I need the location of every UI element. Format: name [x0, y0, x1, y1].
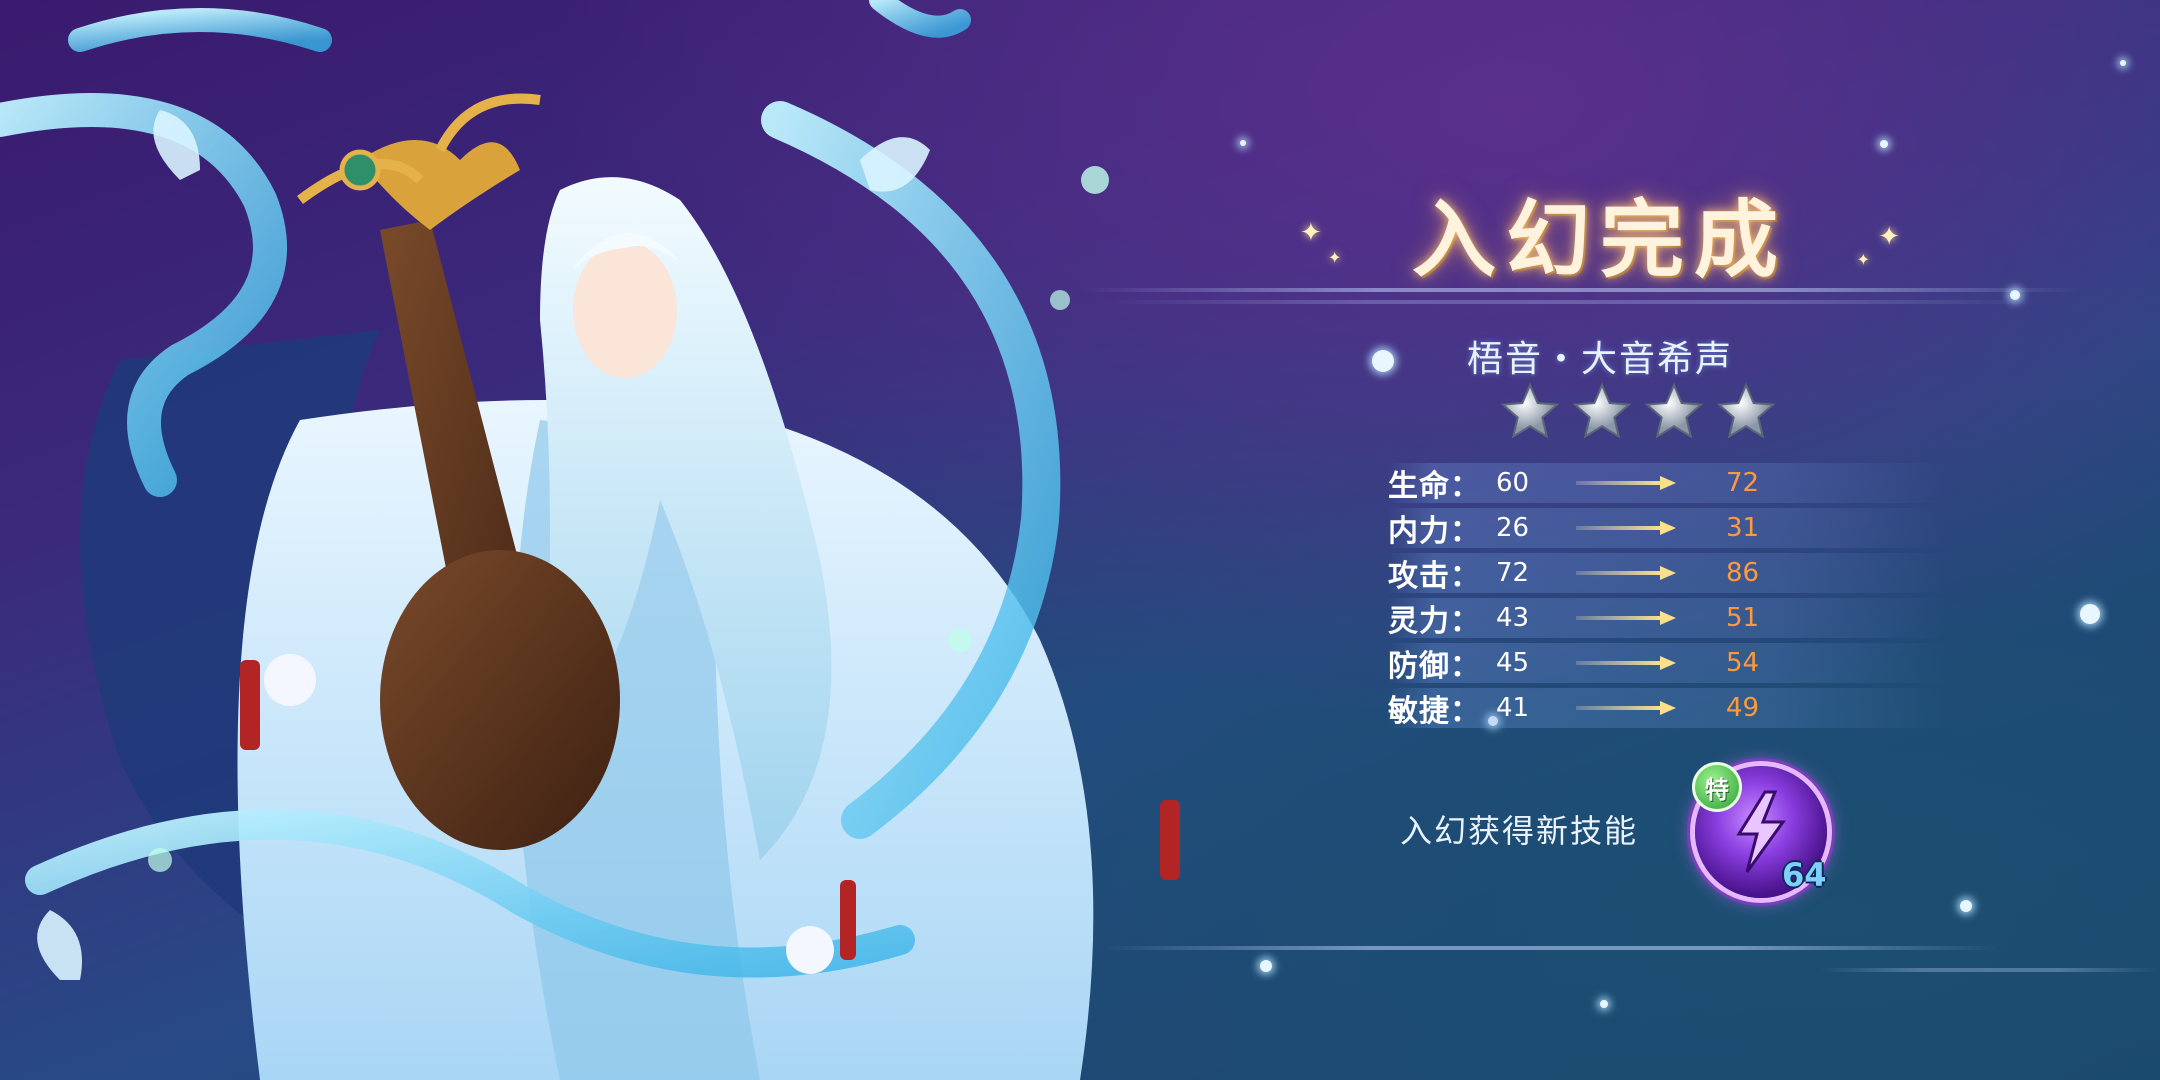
stat-label: 敏捷：	[1388, 694, 1481, 729]
stat-new-value: 86	[1726, 558, 1760, 588]
background-star	[1260, 960, 1272, 972]
stat-old-value: 43	[1496, 603, 1530, 633]
character-name: 梧音・大音希声	[1466, 339, 1733, 380]
rank-stars	[1500, 382, 1776, 442]
arrow-right-icon	[1576, 701, 1676, 715]
stat-old-value: 26	[1496, 513, 1530, 543]
stat-row: 攻击： 72 86	[1388, 553, 1948, 594]
cloud-ornament-line	[1100, 946, 2000, 950]
stat-label: 内力：	[1388, 514, 1481, 549]
special-badge: 特	[1692, 762, 1742, 812]
stat-label: 防御：	[1388, 649, 1481, 684]
sparkle-icon: ✦	[1328, 248, 1342, 267]
stat-label: 攻击：	[1388, 559, 1481, 594]
title-banner: ✦ ✦ 入幻完成 ✦ ✦	[1300, 178, 1900, 289]
background-star	[1960, 900, 1972, 912]
arrow-right-icon	[1576, 611, 1676, 625]
sparkle-icon: ✦	[1878, 222, 1900, 252]
arrow-right-icon	[1576, 521, 1676, 535]
stat-new-value: 49	[1726, 693, 1760, 723]
stat-label: 灵力：	[1388, 604, 1481, 639]
rank-star-icon	[1572, 382, 1632, 439]
cloud-ornament-line	[1820, 968, 2160, 972]
rank-star-icon	[1716, 382, 1776, 439]
stat-row: 防御： 45 54	[1388, 643, 1948, 684]
cloud-ornament-line	[1100, 300, 2040, 304]
rank-star-icon	[1500, 382, 1560, 439]
page-title: 入幻完成	[1411, 189, 1788, 289]
skill-level: 64	[1782, 856, 1827, 894]
sparkle-icon: ✦	[1856, 250, 1870, 269]
stat-row: 生命： 60 72	[1388, 463, 1948, 504]
character-illustration	[0, 0, 1180, 1080]
background-star	[2080, 604, 2100, 624]
background-star	[1600, 1000, 1608, 1008]
background-star	[2120, 60, 2126, 66]
stat-new-value: 51	[1726, 603, 1760, 633]
stat-row: 内力： 26 31	[1388, 508, 1948, 549]
stat-new-value: 31	[1726, 513, 1760, 543]
stat-new-value: 54	[1726, 648, 1760, 678]
stat-label: 生命：	[1388, 469, 1481, 504]
new-skill-label: 入幻获得新技能	[1400, 812, 1639, 850]
background-star	[1372, 350, 1394, 372]
stat-new-value: 72	[1726, 468, 1760, 498]
arrow-right-icon	[1576, 566, 1676, 580]
stat-old-value: 41	[1496, 693, 1530, 723]
background-star	[1240, 140, 1246, 146]
rank-star-icon	[1644, 382, 1704, 439]
background-star	[1880, 140, 1888, 148]
stat-old-value: 72	[1496, 558, 1530, 588]
arrow-right-icon	[1576, 656, 1676, 670]
stat-row: 灵力： 43 51	[1388, 598, 1948, 639]
stat-old-value: 60	[1496, 468, 1530, 498]
stat-old-value: 45	[1496, 648, 1530, 678]
arrow-right-icon	[1576, 476, 1676, 490]
sparkle-icon: ✦	[1300, 218, 1322, 248]
stat-row: 敏捷： 41 49	[1388, 688, 1948, 729]
